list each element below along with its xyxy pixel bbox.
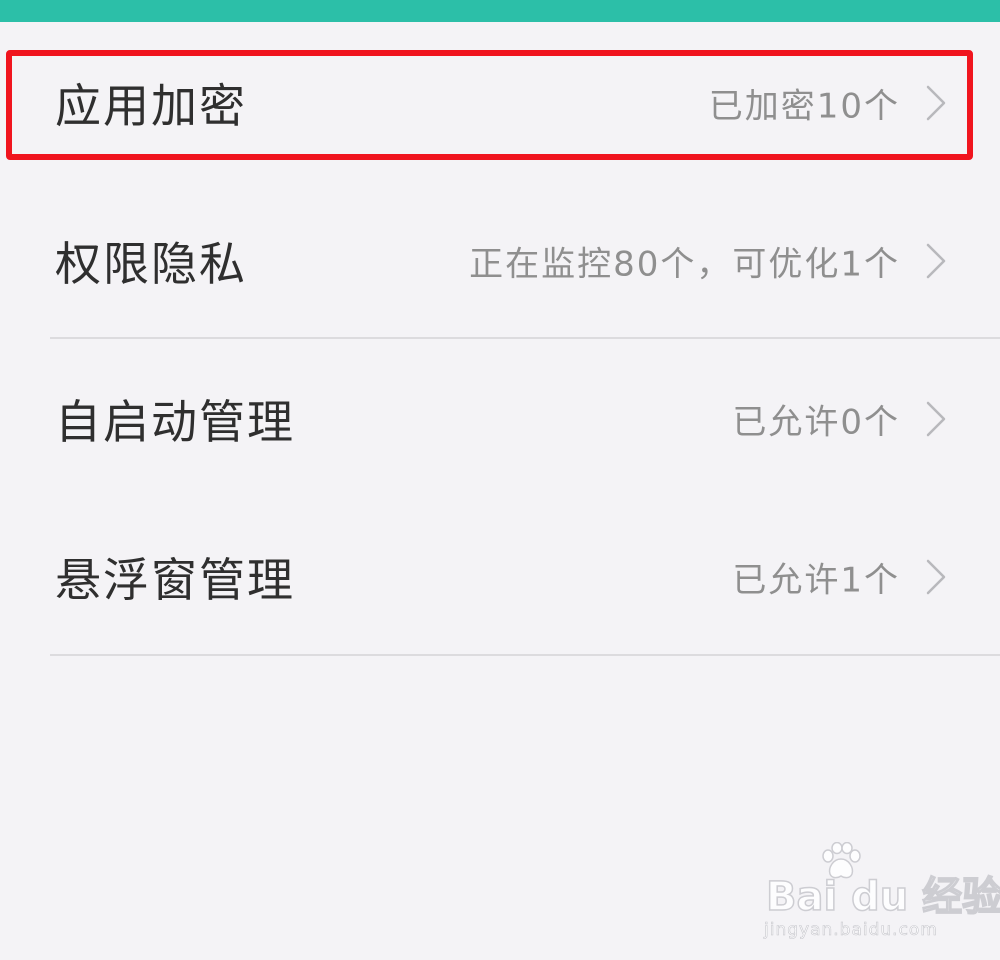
divider [50, 654, 1000, 656]
item-value: 已允许0个 [732, 402, 900, 443]
settings-item-floating-window-management[interactable]: 悬浮窗管理 已允许1个 [0, 502, 1000, 652]
settings-item-app-encryption[interactable]: 应用加密 已加密10个 [0, 28, 1000, 178]
item-value: 已允许1个 [732, 560, 900, 601]
baidu-jingyan-watermark: Bai du 经验 jingyan.baidu.com [748, 842, 1000, 942]
chevron-right-icon [926, 85, 946, 121]
chevron-right-icon [926, 559, 946, 595]
chevron-right-icon [926, 401, 946, 437]
chevron-right-icon [926, 243, 946, 279]
item-title: 悬浮窗管理 [55, 553, 295, 607]
settings-item-permission-privacy[interactable]: 权限隐私 正在监控80个，可优化1个 [0, 186, 1000, 336]
item-title: 权限隐私 [55, 237, 247, 291]
item-title: 自启动管理 [55, 395, 295, 449]
watermark-url: jingyan.baidu.com [764, 920, 938, 941]
item-title: 应用加密 [55, 79, 247, 133]
divider [50, 337, 1000, 339]
item-value: 正在监控80个，可优化1个 [469, 244, 900, 285]
status-bar [0, 0, 1000, 22]
item-value: 已加密10个 [708, 86, 900, 127]
settings-item-autostart-management[interactable]: 自启动管理 已允许0个 [0, 344, 1000, 494]
watermark-brand: Bai du 经验 [765, 873, 1000, 921]
